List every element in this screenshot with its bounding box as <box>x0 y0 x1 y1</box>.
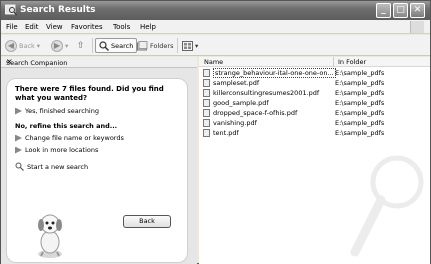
file-name: dropped_space-f-ofhis.pdf <box>213 109 298 117</box>
minimize-button[interactable]: _ <box>376 3 391 18</box>
file-name: good_sample.pdf <box>213 99 269 107</box>
results-list-pane: Name In Folder strange_behaviour-ital-on… <box>199 57 430 264</box>
column-in-folder-header[interactable]: In Folder <box>338 58 366 66</box>
maximize-button[interactable]: □ <box>393 3 408 18</box>
menu-tools[interactable]: Tools <box>113 23 130 31</box>
views-dropdown-icon: ▾ <box>195 41 199 50</box>
search-icon <box>15 162 24 171</box>
folders-button[interactable]: Folders <box>137 38 173 53</box>
back-button[interactable]: Back <box>123 215 171 228</box>
file-folder: E:\sample_pdfs <box>335 69 385 77</box>
file-folder: E:\sample_pdfs <box>335 89 385 97</box>
window-title: Search Results <box>20 5 96 15</box>
pdf-file-icon <box>203 109 210 117</box>
more-locations-label: Look in more locations <box>25 146 99 154</box>
arrow-icon <box>15 146 22 154</box>
forward-nav-button[interactable]: ▶ ▾ <box>51 38 68 53</box>
results-question: There were 7 files found. Did you find w… <box>15 85 164 102</box>
new-search-label: Start a new search <box>27 162 89 171</box>
back-nav-label: Back <box>19 41 35 50</box>
menu-view[interactable]: View <box>46 23 63 31</box>
pdf-file-icon <box>203 79 210 87</box>
search-results-window: Search Results _ □ ✕ File Edit View Favo… <box>0 0 431 264</box>
search-companion-pane: Search Companion × There were 7 files fo… <box>1 57 197 264</box>
back-nav-button[interactable]: ◀ Back ▾ <box>5 38 40 53</box>
search-dog-icon <box>38 214 62 258</box>
back-dropdown-icon: ▾ <box>36 41 41 50</box>
file-row[interactable]: strange_behaviour-ital-one-one-on... E:\… <box>199 68 430 78</box>
menu-help[interactable]: Help <box>140 23 156 31</box>
search-button[interactable]: Search <box>95 38 138 53</box>
magnifier-watermark-icon <box>350 155 424 257</box>
file-row[interactable]: dropped_space-f-ofhis.pdf E:\sample_pdfs <box>199 108 430 118</box>
file-row[interactable]: good_sample.pdf E:\sample_pdfs <box>199 98 430 108</box>
change-file-name-label: Change file name or keywords <box>25 134 124 142</box>
file-row[interactable]: sampleset.pdf E:\sample_pdfs <box>199 78 430 88</box>
file-row[interactable]: killerconsultingresumes2001.pdf E:\sampl… <box>199 88 430 98</box>
companion-header: Search Companion × <box>1 57 197 68</box>
file-folder: E:\sample_pdfs <box>335 109 385 117</box>
finished-searching-label: Yes, finished searching <box>25 107 99 115</box>
results-column-header: Name In Folder <box>199 57 430 67</box>
menu-favorites[interactable]: Favorites <box>71 23 103 31</box>
column-name-header[interactable]: Name <box>204 58 223 66</box>
file-folder: E:\sample_pdfs <box>335 99 385 107</box>
file-name: killerconsultingresumes2001.pdf <box>213 89 320 97</box>
search-app-icon <box>5 4 17 16</box>
forward-arrow-icon: ▶ <box>51 39 63 52</box>
views-button[interactable]: ▾ <box>182 38 198 53</box>
more-locations-link[interactable]: Look in more locations <box>15 146 98 154</box>
close-button[interactable]: ✕ <box>410 3 425 18</box>
refine-heading: No, refine this search and... <box>15 122 118 130</box>
pdf-file-icon <box>203 99 210 107</box>
folders-label: Folders <box>150 41 174 50</box>
file-name: sampleset.pdf <box>213 79 260 87</box>
file-folder: E:\sample_pdfs <box>335 119 385 127</box>
menu-bar: File Edit View Favorites Tools Help <box>1 20 430 34</box>
back-arrow-icon: ◀ <box>5 39 17 52</box>
menu-file[interactable]: File <box>6 23 18 31</box>
file-folder: E:\sample_pdfs <box>335 79 385 87</box>
change-file-name-link[interactable]: Change file name or keywords <box>15 134 124 142</box>
menu-edit[interactable]: Edit <box>25 23 39 31</box>
finished-searching-link[interactable]: Yes, finished searching <box>15 107 99 115</box>
arrow-icon <box>15 107 22 115</box>
title-bar[interactable]: Search Results _ □ ✕ <box>1 1 430 20</box>
file-row[interactable]: tent.pdf E:\sample_pdfs <box>199 128 430 138</box>
companion-close-icon[interactable]: × <box>6 57 192 66</box>
file-row[interactable]: vanishing.pdf E:\sample_pdfs <box>199 118 430 128</box>
forward-dropdown-icon: ▾ <box>65 41 69 50</box>
arrow-icon <box>15 134 22 142</box>
file-name: tent.pdf <box>213 129 239 137</box>
toolbar: ◀ Back ▾ ▶ ▾ ⇧ Search Folders ▾ <box>1 35 430 56</box>
pdf-file-icon <box>203 89 210 97</box>
up-folder-button[interactable]: ⇧ <box>77 38 85 53</box>
pdf-file-icon <box>203 119 210 127</box>
up-folder-icon: ⇧ <box>77 40 85 51</box>
file-name: strange_behaviour-ital-one-one-on... <box>213 68 336 78</box>
pdf-file-icon <box>203 69 210 77</box>
folders-icon <box>137 40 148 50</box>
windows-logo-icon <box>410 21 424 33</box>
file-name: vanishing.pdf <box>213 119 257 127</box>
file-folder: E:\sample_pdfs <box>335 129 385 137</box>
search-icon <box>99 40 109 51</box>
search-label: Search <box>111 41 134 50</box>
views-icon <box>182 40 193 51</box>
pdf-file-icon <box>203 129 210 137</box>
new-search-link[interactable]: Start a new search <box>15 162 88 171</box>
